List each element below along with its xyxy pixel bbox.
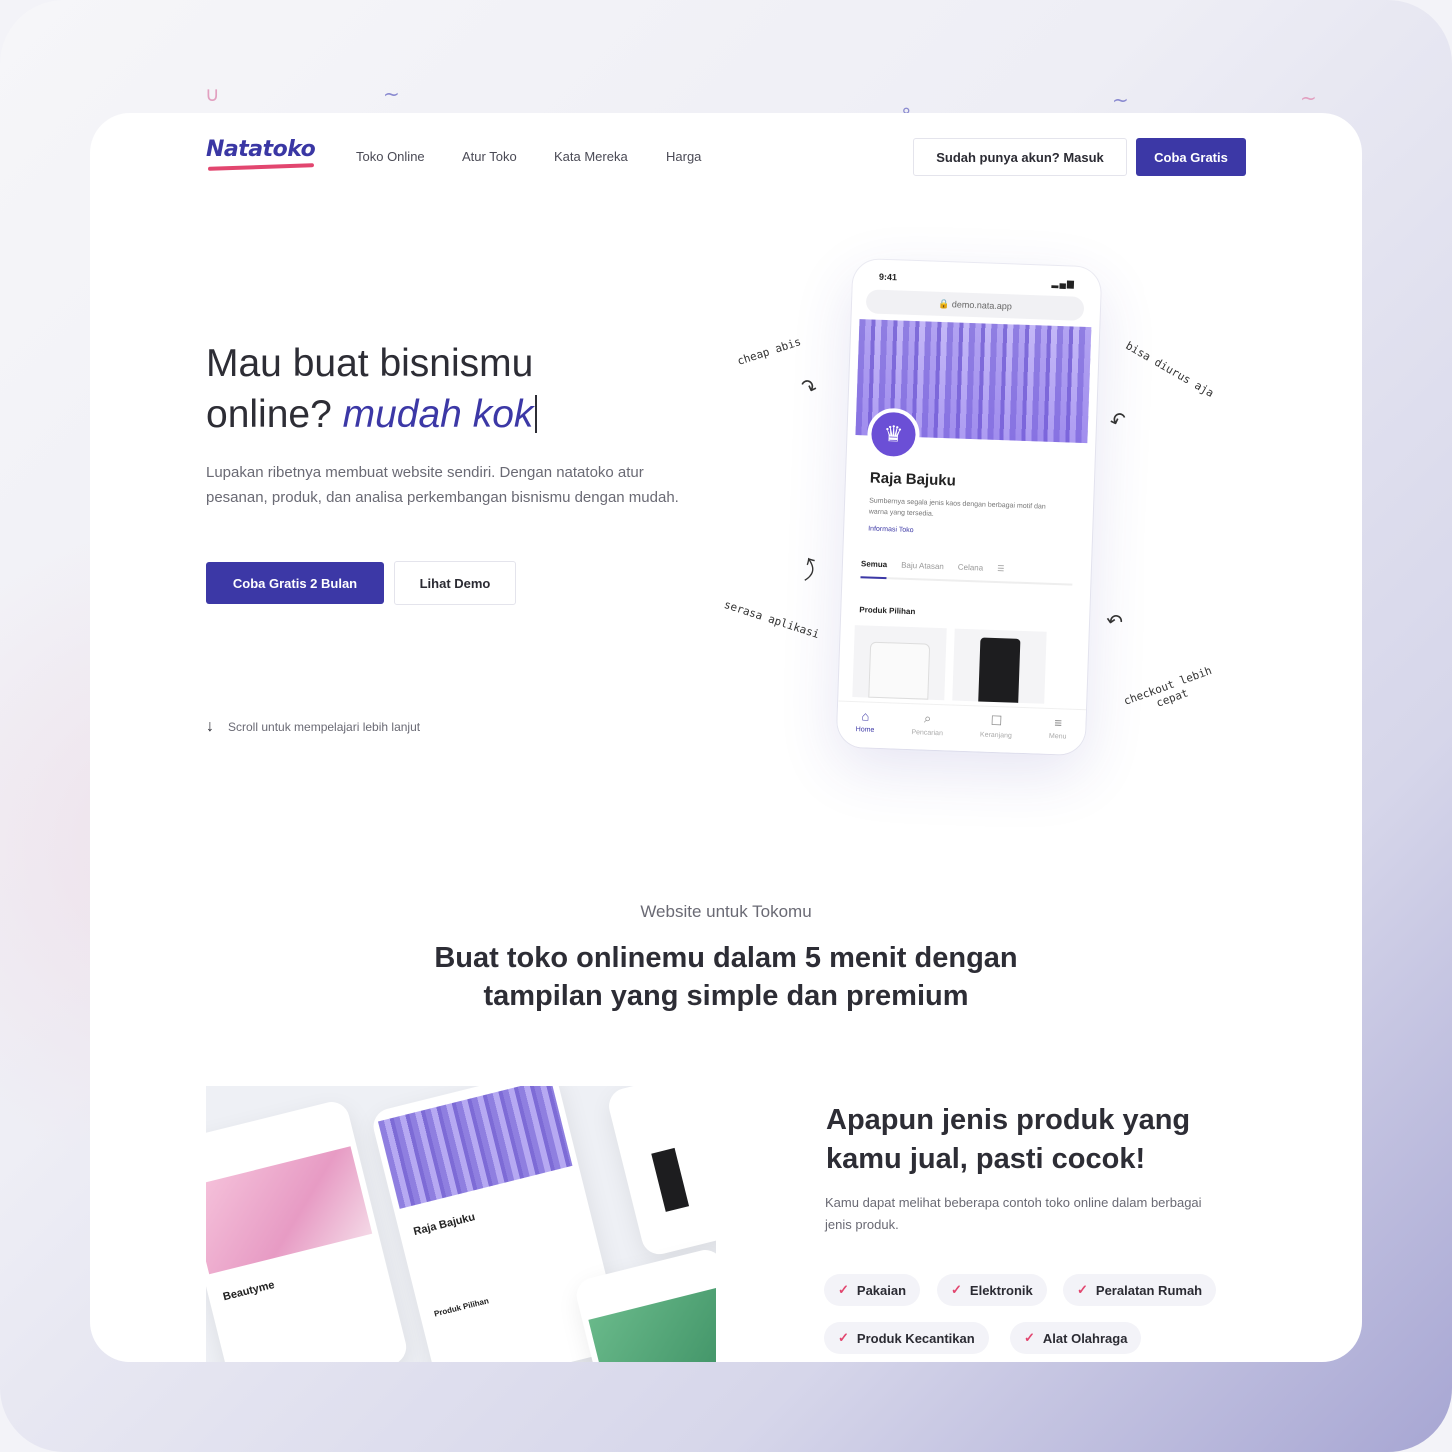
try-free-2-months-button[interactable]: Coba Gratis 2 Bulan xyxy=(206,562,384,604)
status-time: 9:41 xyxy=(878,271,898,283)
home-icon: ⌂ xyxy=(861,708,870,724)
nav-menu: ≡ Menu xyxy=(1048,715,1067,755)
product-tshirt xyxy=(852,625,947,701)
chip-produk-kecantikan[interactable]: ✓ Produk Kecantikan xyxy=(824,1322,989,1354)
check-icon: ✓ xyxy=(838,1282,849,1297)
nav-link-harga[interactable]: Harga xyxy=(666,149,701,164)
category-tabs: Semua Baju Atasan Celana ☰ xyxy=(860,559,1073,586)
mockup-products xyxy=(605,1086,716,1258)
check-icon: ✓ xyxy=(838,1330,849,1345)
tab-celana: Celana xyxy=(957,562,984,573)
raja-cover-image xyxy=(377,1086,573,1209)
decor-squiggle: ~ xyxy=(1300,86,1317,110)
website-preview: Natatoko Toko Online Atur Toko Kata Mere… xyxy=(90,113,1362,1362)
arrow-up-icon: ⤴ xyxy=(795,555,824,585)
arrow-curve-icon: ↶ xyxy=(1104,609,1125,635)
typing-caret xyxy=(535,395,538,433)
natatoko-logo[interactable]: Natatoko xyxy=(206,137,316,162)
signal-icon: ▂▄▆ xyxy=(1051,277,1076,289)
check-icon: ✓ xyxy=(951,1282,962,1297)
nav-menu-label: Menu xyxy=(1048,732,1067,741)
check-icon: ✓ xyxy=(1024,1330,1035,1345)
nav-search: ⌕ Pencarian xyxy=(911,710,944,750)
product-types-description: Kamu dapat melihat beberapa contoh toko … xyxy=(825,1195,1202,1232)
beauty-cover-image xyxy=(206,1146,373,1275)
hero-title-plain: online? xyxy=(206,393,332,436)
nav-cart-label: Keranjang xyxy=(979,731,1012,740)
try-free-button[interactable]: Coba Gratis xyxy=(1136,138,1246,176)
store-gallery: Beautyme Raja Bajuku Produk Pilihan xyxy=(206,1086,716,1362)
store-name-beauty: Beautyme xyxy=(221,1278,276,1304)
scroll-hint[interactable]: ↓ Scroll untuk mempelajari lebih lanjut xyxy=(206,718,420,736)
nav-home: ⌂ Home xyxy=(855,708,875,748)
chip-label: Elektronik xyxy=(969,1282,1033,1298)
store-name: Raja Bajuku xyxy=(869,469,957,490)
page-background: ∪ ~ ∘ ~ ~ Natatoko Toko Online Atur Toko… xyxy=(0,0,1452,1452)
arrow-down-icon: ↓ xyxy=(206,718,214,735)
hero-title: Mau buat bisnismu online? mudah kok xyxy=(206,338,538,440)
chip-peralatan-rumah[interactable]: ✓ Peralatan Rumah xyxy=(1063,1274,1217,1306)
cart-icon: ☐ xyxy=(990,712,1003,729)
chip-label: Pakaian xyxy=(856,1282,907,1298)
annotation-app: serasa aplikasi xyxy=(722,597,821,642)
product-types-title: Apapun jenis produk yang kamu jual, past… xyxy=(826,1104,1191,1175)
search-icon: ⌕ xyxy=(923,710,932,726)
hero-title-emphasis: mudah kok xyxy=(342,393,534,436)
section-title: Buat toko onlinemu dalam 5 menit dengan … xyxy=(434,942,1018,1012)
tab-baju-atasan: Baju Atasan xyxy=(901,560,944,572)
annotation-cheap: cheap abis xyxy=(735,335,803,368)
arrow-left-icon: ↶ xyxy=(1106,407,1131,435)
decor-squiggle: ~ xyxy=(383,82,400,106)
section-eyebrow: Website untuk Tokomu xyxy=(640,902,812,921)
nav-search-label: Pencarian xyxy=(911,729,944,738)
chip-label: Alat Olahraga xyxy=(1042,1330,1128,1346)
nav-cart: ☐ Keranjang xyxy=(979,713,1012,753)
annotation-checkout: checkout lebih cepat xyxy=(1121,663,1214,710)
url-bar: 🔒 demo.nata.app xyxy=(865,289,1085,321)
hero-title-line1: Mau buat bisnismu xyxy=(206,342,534,385)
chip-elektronik[interactable]: ✓ Elektronik xyxy=(937,1274,1047,1306)
chip-alat-olahraga[interactable]: ✓ Alat Olahraga xyxy=(1010,1322,1142,1354)
decor-squiggle: ~ xyxy=(1112,88,1129,112)
chip-label: Peralatan Rumah xyxy=(1095,1282,1203,1298)
store-info-link: Informasi Toko xyxy=(868,525,914,535)
nav-link-atur-toko[interactable]: Atur Toko xyxy=(462,149,517,164)
scroll-hint-label: Scroll untuk mempelajari lebih lanjut xyxy=(228,720,421,734)
check-icon: ✓ xyxy=(1077,1282,1088,1297)
crown-icon: ♛ xyxy=(866,407,921,462)
decor-squiggle: ∪ xyxy=(205,82,220,106)
mini-section-title: Produk Pilihan xyxy=(433,1296,490,1319)
annotation-easy: bisa diurus aja xyxy=(1123,339,1216,400)
store-name-raja: Raja Bajuku xyxy=(412,1211,477,1238)
view-demo-button[interactable]: Lihat Demo xyxy=(394,561,516,605)
chip-label: Produk Kecantikan xyxy=(856,1330,975,1346)
pants-image xyxy=(978,637,1021,703)
arrow-right-icon: ↷ xyxy=(796,374,820,402)
bottom-navigation: ⌂ Home ⌕ Pencarian ☐ Keranjang ≡ Menu xyxy=(836,700,1087,756)
product-pants xyxy=(952,628,1047,704)
menu-icon: ≡ xyxy=(1054,715,1063,731)
sport-cover-image xyxy=(588,1286,716,1362)
tab-semua: Semua xyxy=(860,559,888,570)
nav-home-label: Home xyxy=(855,726,875,734)
section-title: Produk Pilihan xyxy=(859,605,916,617)
store-description: Sumbernya segala jenis kaos dengan berba… xyxy=(868,497,1046,518)
nav-link-toko-online[interactable]: Toko Online xyxy=(356,149,425,164)
logo-underline xyxy=(207,163,315,171)
list-icon: ☰ xyxy=(997,564,1005,574)
nav-link-kata-mereka[interactable]: Kata Mereka xyxy=(554,149,628,164)
login-button[interactable]: Sudah punya akun? Masuk xyxy=(913,138,1127,176)
hero-description: Lupakan ribetnya membuat website sendiri… xyxy=(206,464,679,506)
product-image xyxy=(651,1147,690,1212)
chip-pakaian[interactable]: ✓ Pakaian xyxy=(824,1274,921,1306)
phone-mockup: 9:41 ▂▄▆ 🔒 demo.nata.app ♛ Raja Bajuku S… xyxy=(836,258,1102,756)
tshirt-image xyxy=(868,641,931,700)
